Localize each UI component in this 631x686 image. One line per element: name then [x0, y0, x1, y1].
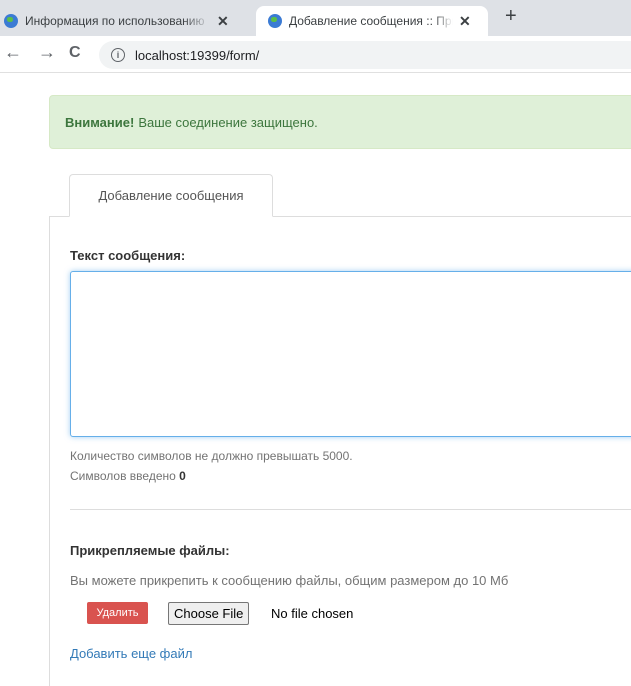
browser-tab-form[interactable]: Добавление сообщения :: Прием ✕ — [256, 6, 488, 36]
char-count-value: 0 — [179, 469, 186, 483]
char-count: Символов введено 0 — [70, 469, 186, 483]
security-alert: Внимание! Ваше соединение защищено. — [49, 95, 631, 149]
new-tab-icon[interactable]: + — [505, 5, 517, 28]
delete-file-button[interactable]: Удалить — [87, 602, 148, 624]
browser-tab-title: Добавление сообщения :: Прием — [289, 14, 453, 28]
message-label: Текст сообщения: — [70, 248, 186, 263]
attachments-label: Прикрепляемые файлы: — [70, 543, 230, 558]
forward-icon[interactable]: → — [38, 42, 56, 63]
close-icon[interactable]: ✕ — [217, 13, 229, 30]
url-text: localhost:19399/form/ — [135, 47, 260, 63]
globe-icon — [4, 14, 18, 28]
section-divider — [70, 509, 631, 510]
file-status-text: No file chosen — [271, 606, 354, 621]
alert-strong: Внимание! — [65, 114, 135, 130]
char-count-label: Символов введено — [70, 469, 176, 483]
char-limit-text: Количество символов не должно превышать … — [70, 449, 353, 463]
close-icon[interactable]: ✕ — [459, 13, 471, 30]
alert-text: Ваше соединение защищено. — [138, 114, 318, 130]
tab-add-message[interactable]: Добавление сообщения — [69, 174, 273, 217]
browser-tab-strip: Информация по использованию ✕ Добавление… — [0, 0, 631, 36]
choose-file-button[interactable]: Choose File — [168, 602, 250, 625]
address-bar[interactable]: i localhost:19399/form/ — [99, 41, 631, 69]
browser-tab-info[interactable]: Информация по использованию ✕ — [0, 6, 256, 36]
browser-tab-title: Информация по использованию — [25, 14, 205, 28]
tab-label: Добавление сообщения — [98, 188, 244, 203]
back-icon[interactable]: ← — [4, 42, 22, 63]
globe-icon — [268, 14, 282, 28]
reload-icon[interactable]: C — [69, 44, 81, 62]
add-file-link[interactable]: Добавить еще файл — [70, 646, 192, 661]
attachments-help: Вы можете прикрепить к сообщению файлы, … — [70, 573, 509, 588]
info-icon[interactable]: i — [111, 48, 125, 62]
message-textarea[interactable] — [70, 271, 631, 437]
browser-toolbar: ← → C i localhost:19399/form/ — [0, 36, 631, 73]
